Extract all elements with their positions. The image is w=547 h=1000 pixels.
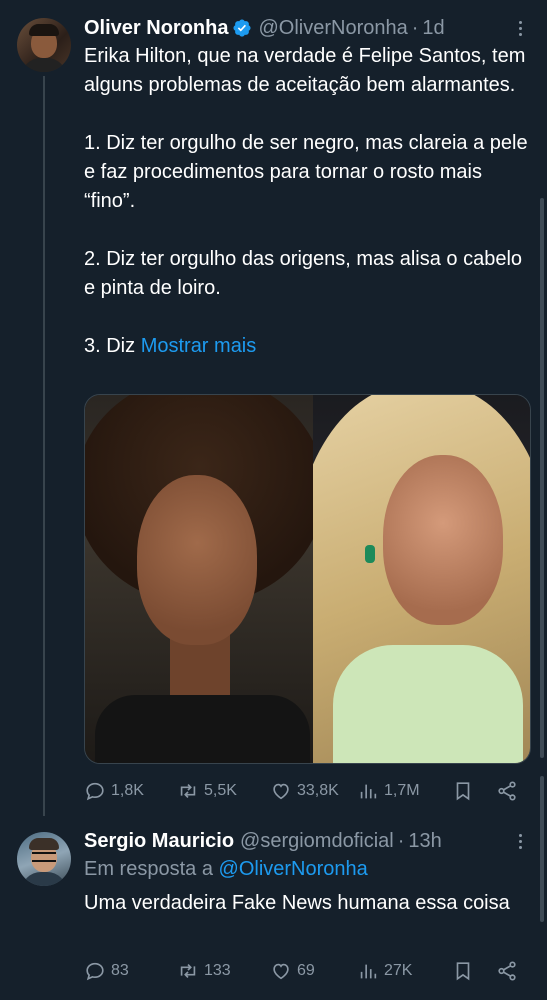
share-icon [498, 781, 516, 801]
retweet-icon [180, 963, 196, 979]
reply-count: 1,8K [111, 782, 144, 799]
views-count: 27K [384, 962, 413, 979]
like-count: 33,8K [297, 782, 339, 799]
bookmark-icon [456, 962, 470, 981]
thread-line [43, 76, 45, 816]
tweet-text: Erika Hilton, que na verdade é Felipe Sa… [84, 42, 530, 361]
share-button[interactable] [496, 777, 518, 805]
replying-to: Em resposta a @OliverNoronha [84, 858, 368, 881]
reply-author-name[interactable]: Sergio Mauricio [84, 830, 234, 853]
author-name[interactable]: Oliver Noronha [84, 17, 228, 40]
truncated-text: 3. Diz [84, 335, 141, 357]
bookmark-button[interactable] [452, 957, 474, 985]
tweet-actions: 1,8K 5,5K 33,8K 1,7M [84, 777, 530, 805]
author-handle[interactable]: @OliverNoronha [258, 17, 407, 40]
retweet-count: 5,5K [204, 782, 237, 799]
share-icon [498, 961, 516, 981]
replying-to-label: Em resposta a [84, 858, 219, 880]
heart-icon [273, 783, 289, 800]
retweet-count: 133 [204, 962, 231, 979]
reply-button[interactable]: 83 [84, 957, 129, 985]
reply-icon [86, 962, 104, 981]
tweet-header: Oliver Noronha @OliverNoronha · 1d [84, 14, 445, 42]
reply-button[interactable]: 1,8K [84, 777, 144, 805]
reply-text: Uma verdadeira Fake News humana essa coi… [84, 892, 510, 914]
reply-author-handle[interactable]: @sergiomdoficial [240, 830, 394, 853]
like-count: 69 [297, 962, 315, 979]
separator-dot: · [397, 829, 405, 852]
tweet-paragraph-truncated: 3. Diz Mostrar mais [84, 332, 530, 361]
tweet-time[interactable]: 1d [422, 17, 444, 40]
bookmark-icon [456, 782, 470, 801]
tweet-paragraph: 2. Diz ter orgulho das origens, mas alis… [84, 248, 523, 299]
like-button[interactable]: 69 [270, 957, 315, 985]
reply-header: Sergio Mauricio @sergiomdoficial · 13h [84, 827, 442, 855]
reply-actions: 83 133 69 27K [84, 957, 530, 985]
more-options-icon[interactable] [510, 827, 530, 855]
tweet-paragraph: Erika Hilton, que na verdade é Felipe Sa… [84, 45, 526, 96]
views-icon [360, 964, 377, 979]
avatar[interactable] [17, 18, 71, 72]
views-icon [360, 784, 377, 799]
heart-icon [273, 963, 289, 980]
reply-icon [86, 782, 104, 801]
avatar[interactable] [17, 832, 71, 886]
media-photo-right[interactable] [312, 395, 530, 763]
scrollbar[interactable] [540, 776, 544, 922]
media-photo-left[interactable] [85, 395, 313, 763]
scrollbar[interactable] [540, 198, 544, 758]
views-count: 1,7M [384, 782, 420, 799]
tweet-paragraph: 1. Diz ter orgulho de ser negro, mas cla… [84, 132, 528, 212]
retweet-button[interactable]: 5,5K [177, 777, 237, 805]
verified-badge-icon [233, 19, 252, 37]
more-options-icon[interactable] [510, 14, 530, 42]
separator-dot: · [411, 16, 419, 39]
show-more-link[interactable]: Mostrar mais [141, 335, 257, 357]
views-button[interactable]: 27K [357, 957, 412, 985]
retweet-button[interactable]: 133 [177, 957, 231, 985]
views-button[interactable]: 1,7M [357, 777, 420, 805]
reply-count: 83 [111, 962, 129, 979]
share-button[interactable] [496, 957, 518, 985]
timeline: Oliver Noronha @OliverNoronha · 1d Erika… [0, 0, 547, 1000]
retweet-icon [180, 783, 196, 799]
tweet-media[interactable] [84, 394, 531, 764]
like-button[interactable]: 33,8K [270, 777, 339, 805]
bookmark-button[interactable] [452, 777, 474, 805]
reply-time[interactable]: 13h [408, 830, 441, 853]
replying-to-mention[interactable]: @OliverNoronha [219, 858, 368, 880]
